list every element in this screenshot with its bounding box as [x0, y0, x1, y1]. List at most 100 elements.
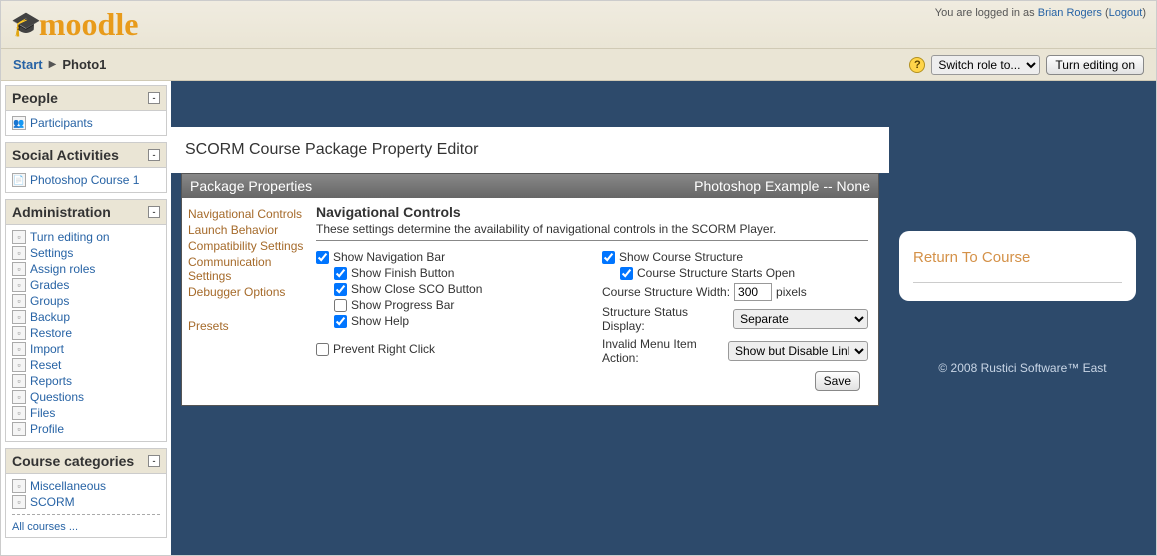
category-item: ▫ Miscellaneous: [12, 478, 160, 494]
logo-text: moodle: [39, 6, 139, 43]
participants-icon: 👥: [12, 116, 26, 130]
admin-link-11[interactable]: Files: [30, 406, 55, 420]
nav-navigational[interactable]: Navigational Controls: [188, 206, 306, 222]
admin-item-icon: ▫: [12, 246, 26, 260]
admin-link-8[interactable]: Reset: [30, 358, 61, 372]
admin-item: ▫Reports: [12, 373, 160, 389]
admin-link-0[interactable]: Turn editing on: [30, 230, 110, 244]
sidebar: People - 👥 Participants Social Activitie…: [1, 81, 171, 555]
admin-link-9[interactable]: Reports: [30, 374, 72, 388]
switch-role-select[interactable]: Switch role to...: [931, 55, 1040, 75]
category-link-1[interactable]: SCORM: [30, 495, 75, 509]
admin-item-icon: ▫: [12, 390, 26, 404]
nav-presets[interactable]: Presets: [188, 318, 306, 334]
breadcrumb-bar: Start ▶ Photo1 ? Switch role to... Turn …: [1, 49, 1156, 81]
admin-item: ▫ Files: [12, 405, 160, 421]
opt-close: Show Close SCO Button: [316, 281, 582, 297]
admin-item: ▫Groups: [12, 293, 160, 309]
progress-checkbox[interactable]: [334, 299, 347, 312]
return-link[interactable]: Return To Course: [913, 249, 1030, 266]
turn-editing-on-button[interactable]: Turn editing on: [1046, 55, 1144, 75]
nav-compat[interactable]: Compatibility Settings: [188, 238, 306, 254]
social-title: Social Activities: [12, 147, 119, 163]
navbar-checkbox[interactable]: [316, 251, 329, 264]
save-button[interactable]: Save: [815, 371, 860, 391]
collapse-icon[interactable]: -: [148, 92, 160, 104]
all-courses-link[interactable]: All courses ...: [12, 521, 78, 533]
status-select[interactable]: Separate: [733, 309, 868, 329]
close-checkbox[interactable]: [334, 283, 347, 296]
nav-debugger[interactable]: Debugger Options: [188, 284, 306, 300]
progress-label: Show Progress Bar: [351, 298, 454, 312]
admin-item: ▫Restore: [12, 325, 160, 341]
admin-link-10[interactable]: Questions: [30, 390, 84, 404]
category-icon: ▫: [12, 495, 26, 509]
admin-link-2[interactable]: Assign roles: [30, 262, 95, 276]
help-checkbox[interactable]: [334, 315, 347, 328]
finish-checkbox[interactable]: [334, 267, 347, 280]
status-row: Structure Status Display: Separate: [602, 303, 868, 335]
categories-block-header: Course categories -: [6, 449, 166, 474]
categories-block: Course categories - ▫ Miscellaneous ▫ SCORM…: [5, 448, 167, 538]
width-input[interactable]: [734, 283, 772, 301]
admin-link-12[interactable]: Profile: [30, 422, 64, 436]
admin-link-1[interactable]: Settings: [30, 246, 73, 260]
prevent-checkbox[interactable]: [316, 343, 329, 356]
course-icon: 📄: [12, 173, 26, 187]
collapse-icon[interactable]: -: [148, 206, 160, 218]
close-label: Show Close SCO Button: [351, 282, 482, 296]
admin-item: ▫Grades: [12, 277, 160, 293]
admin-title: Administration: [12, 204, 111, 220]
people-block-header: People -: [6, 86, 166, 111]
invalid-select[interactable]: Show but Disable Link: [728, 341, 868, 361]
categories-title: Course categories: [12, 453, 134, 469]
panel-subtitle: Photoshop Example -- None: [694, 178, 870, 194]
help-label: Show Help: [351, 314, 409, 328]
category-link-0[interactable]: Miscellaneous: [30, 479, 106, 493]
collapse-icon[interactable]: -: [148, 149, 160, 161]
admin-link-7[interactable]: Import: [30, 342, 64, 356]
people-title: People: [12, 90, 58, 106]
admin-link-5[interactable]: Backup: [30, 310, 70, 324]
social-block-header: Social Activities -: [6, 143, 166, 168]
admin-link-3[interactable]: Grades: [30, 278, 69, 292]
breadcrumb: Start ▶ Photo1: [13, 57, 106, 72]
opt-help: Show Help: [316, 313, 582, 329]
nav-launch[interactable]: Launch Behavior: [188, 222, 306, 238]
admin-link-6[interactable]: Restore: [30, 326, 72, 340]
opt-startsopen: Course Structure Starts Open: [602, 265, 868, 281]
panel-title: Package Properties: [190, 178, 312, 194]
admin-item-icon: ▫: [12, 310, 26, 324]
right-panel: Return To Course © 2008 Rustici Software…: [889, 81, 1156, 555]
admin-item-icon: ▫: [12, 406, 26, 420]
panel-content: Navigational Controls These settings det…: [312, 198, 878, 405]
pixels-label: pixels: [776, 285, 807, 299]
startsopen-checkbox[interactable]: [620, 267, 633, 280]
footer: © 2008 Rustici Software™ East: [889, 361, 1156, 375]
admin-item-icon: ▫: [12, 342, 26, 356]
collapse-icon[interactable]: -: [148, 455, 160, 467]
toolbar-right: ? Switch role to... Turn editing on: [909, 55, 1144, 75]
admin-item: ▫ Reset: [12, 357, 160, 373]
admin-item-icon: ▫: [12, 358, 26, 372]
admin-link-4[interactable]: Groups: [30, 294, 69, 308]
user-link[interactable]: Brian Rogers: [1038, 7, 1102, 19]
admin-block: Administration - ▫ Turn editing on ▫ Settin…: [5, 199, 167, 442]
logout-link[interactable]: Logout: [1109, 7, 1143, 19]
help-icon[interactable]: ?: [909, 57, 925, 73]
category-icon: ▫: [12, 479, 26, 493]
width-label: Course Structure Width:: [602, 285, 730, 299]
startsopen-label: Course Structure Starts Open: [637, 266, 795, 280]
social-block: Social Activities - 📄 Photoshop Course 1: [5, 142, 167, 193]
breadcrumb-start[interactable]: Start: [13, 57, 43, 72]
nav-comm[interactable]: Communication Settings: [188, 254, 306, 284]
panel-header: Package Properties Photoshop Example -- …: [182, 174, 878, 198]
admin-item: ▫ Backup: [12, 309, 160, 325]
logo: 🎓 moodle: [11, 6, 138, 43]
login-info: You are logged in as Brian Rogers (Logou…: [935, 7, 1146, 19]
sidebar-item-photoshop[interactable]: Photoshop Course 1: [30, 173, 139, 187]
structure-checkbox[interactable]: [602, 251, 615, 264]
admin-item: ▫ Import: [12, 341, 160, 357]
category-item: ▫ SCORM: [12, 494, 160, 510]
participants-link[interactable]: Participants: [30, 116, 93, 130]
